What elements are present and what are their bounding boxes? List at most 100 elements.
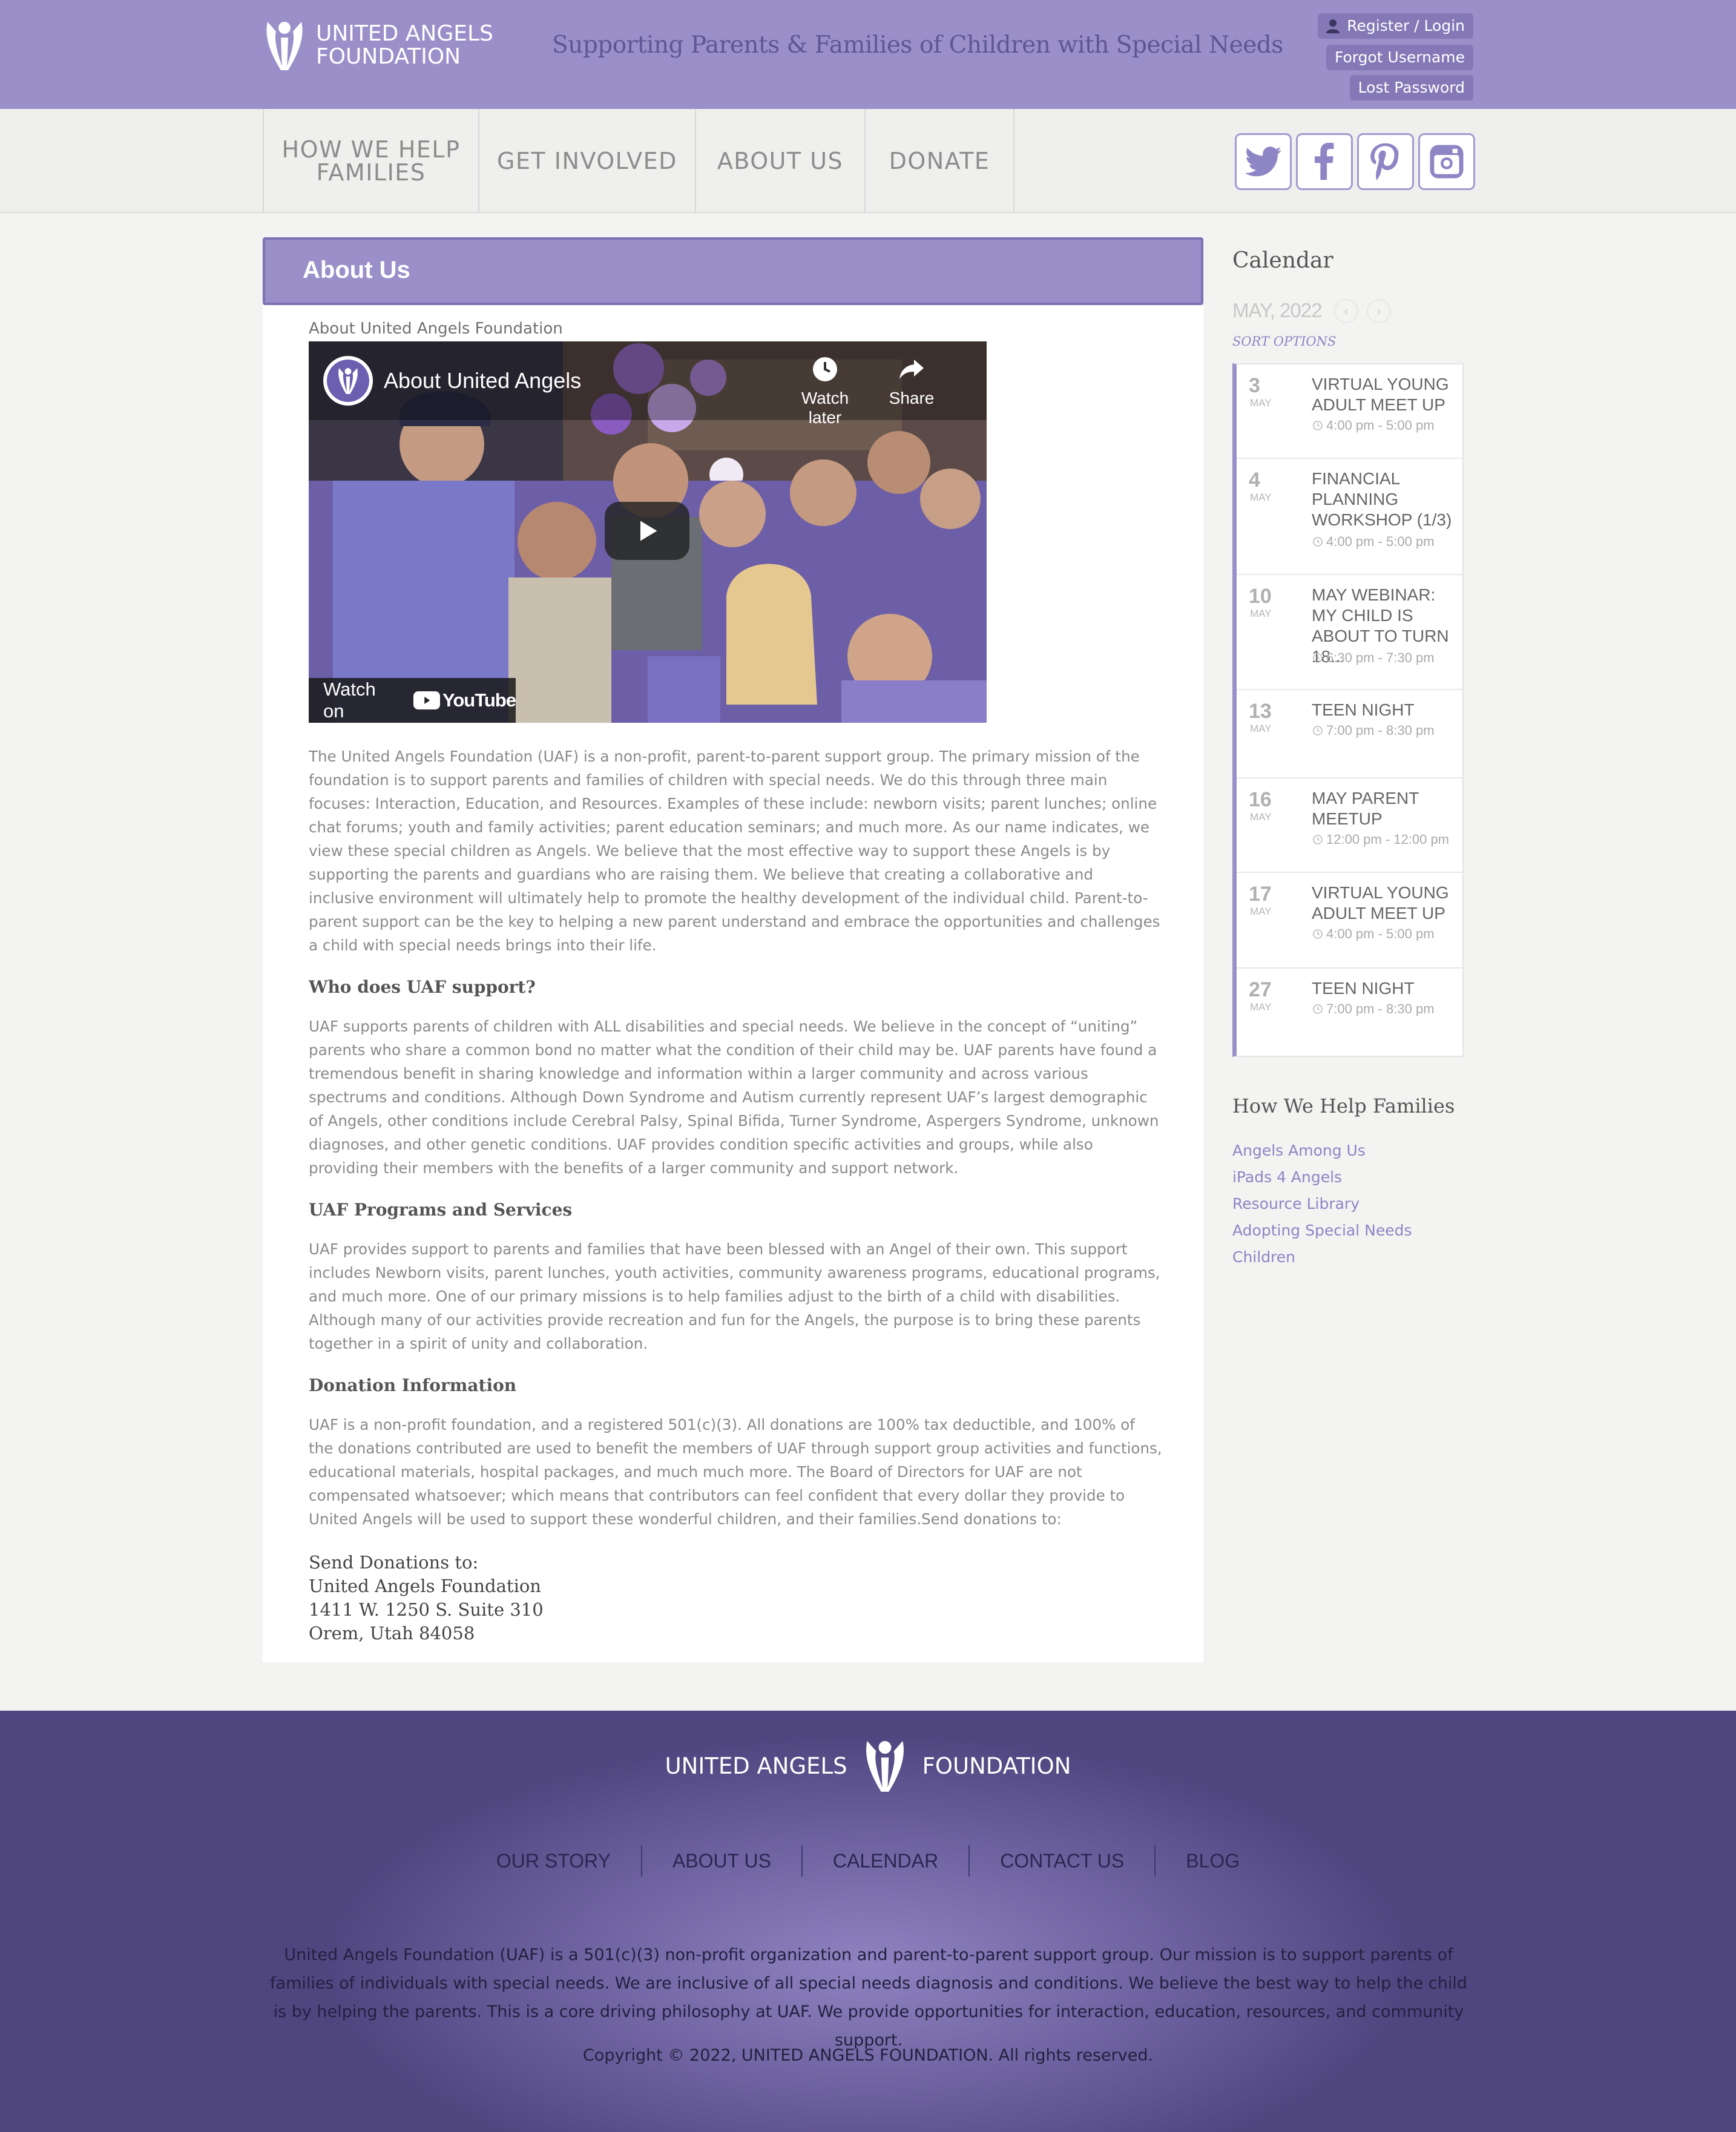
event-month: MAY: [1250, 608, 1272, 619]
instagram-link[interactable]: [1418, 133, 1475, 190]
event-month: MAY: [1250, 492, 1272, 503]
event-item[interactable]: 10 MAY MAY WEBINAR: MY CHILD IS ABOUT TO…: [1237, 575, 1462, 690]
help-link-resource-library[interactable]: Resource Library: [1232, 1195, 1360, 1212]
footer-link-about-us[interactable]: ABOUT US: [642, 1845, 803, 1877]
watch-on-youtube-button[interactable]: Watch on YouTube: [309, 678, 516, 723]
main-content: About Us About United Angels Foundation: [263, 237, 1203, 1662]
nav-label-line2: FAMILIES: [316, 159, 426, 186]
event-item[interactable]: 13 MAY TEEN NIGHT 7:00 pm - 8:30 pm: [1237, 690, 1462, 778]
forgot-username-button[interactable]: Forgot Username: [1326, 45, 1473, 70]
clock-icon: [1313, 835, 1323, 844]
clock-icon: [1313, 421, 1323, 430]
site-footer: UNITED ANGELS FOUNDATION OUR STORY ABOUT…: [0, 1711, 1736, 2132]
calendar-next-button[interactable]: ›: [1367, 299, 1391, 323]
calendar-title: Calendar: [1232, 248, 1333, 273]
calendar-prev-button[interactable]: ‹: [1334, 299, 1358, 323]
nav-item-get-involved[interactable]: GET INVOLVED: [479, 109, 696, 213]
address-line: 1411 W. 1250 S. Suite 310: [309, 1599, 544, 1620]
watch-later-label: Watch later: [801, 389, 849, 427]
intro-paragraph: The United Angels Foundation (UAF) is a …: [309, 748, 1160, 954]
event-time: 12:00 pm - 12:00 pm: [1326, 832, 1450, 847]
help-link-ipads-4-angels[interactable]: iPads 4 Angels: [1232, 1168, 1342, 1186]
play-button[interactable]: [605, 502, 689, 560]
nav-item-how-we-help-families[interactable]: HOW WE HELP FAMILIES: [264, 109, 479, 213]
share-button[interactable]: Share: [887, 355, 936, 408]
event-title[interactable]: TEEN NIGHT: [1312, 978, 1457, 999]
share-icon: [899, 360, 924, 379]
instagram-icon: [1430, 145, 1464, 179]
event-month: MAY: [1250, 397, 1272, 409]
event-item[interactable]: 16 MAY MAY PARENT MEETUP 12:00 pm - 12:0…: [1237, 778, 1462, 873]
event-month: MAY: [1250, 723, 1272, 734]
lost-password-button[interactable]: Lost Password: [1349, 75, 1473, 100]
register-login-button[interactable]: Register / Login: [1318, 13, 1473, 39]
footer-logo[interactable]: UNITED ANGELS FOUNDATION: [0, 1739, 1736, 1793]
help-link-angels-among-us[interactable]: Angels Among Us: [1232, 1142, 1366, 1159]
pinterest-link[interactable]: [1357, 133, 1414, 190]
help-link-adopting-special-needs[interactable]: Adopting Special Needs: [1232, 1222, 1412, 1239]
footer-description: United Angels Foundation (UAF) is a 501(…: [270, 1946, 1467, 2050]
clock-icon: [1313, 537, 1323, 547]
event-item[interactable]: 17 MAY VIRTUAL YOUNG ADULT MEET UP 4:00 …: [1237, 873, 1462, 969]
donation-paragraph: UAF is a non-profit foundation, and a re…: [309, 1416, 1162, 1528]
footer-copyright: Copyright © 2022, UNITED ANGELS FOUNDATI…: [582, 2046, 1154, 2065]
event-title[interactable]: TEEN NIGHT: [1312, 700, 1457, 720]
event-item[interactable]: 4 MAY FINANCIAL PLANNING WORKSHOP (1/3) …: [1237, 459, 1462, 575]
footer-link-calendar[interactable]: CALENDAR: [803, 1845, 970, 1877]
site-tagline: Supporting Parents & Families of Childre…: [552, 31, 1283, 59]
sort-options-link[interactable]: SORT OPTIONS: [1232, 334, 1336, 349]
event-title[interactable]: FINANCIAL PLANNING WORKSHOP (1/3): [1312, 469, 1457, 530]
clock-icon: [1313, 929, 1323, 939]
help-link-children[interactable]: Children: [1232, 1248, 1295, 1266]
event-month: MAY: [1250, 811, 1272, 823]
pinterest-icon: [1370, 143, 1399, 180]
event-time: 7:00 pm - 8:30 pm: [1326, 723, 1435, 738]
footer-link-our-story[interactable]: OUR STORY: [466, 1845, 642, 1877]
chevron-left-icon: ‹: [1344, 303, 1349, 318]
event-day: 16: [1249, 788, 1272, 811]
twitter-link[interactable]: [1235, 133, 1292, 190]
footer-link-blog[interactable]: BLOG: [1156, 1845, 1270, 1877]
event-item[interactable]: 3 MAY VIRTUAL YOUNG ADULT MEET UP 4:00 p…: [1237, 364, 1462, 459]
event-item[interactable]: 27 MAY TEEN NIGHT 7:00 pm - 8:30 pm: [1237, 969, 1462, 1056]
page-title-bar: About Us: [263, 237, 1203, 305]
logo-line-2: FOUNDATION: [316, 44, 461, 69]
watch-on-label: Watch on: [323, 679, 376, 722]
clock-icon: [1313, 1004, 1323, 1014]
event-day: 13: [1249, 700, 1272, 723]
chevron-right-icon: ›: [1376, 303, 1381, 318]
event-time: 7:00 pm - 8:30 pm: [1326, 1001, 1435, 1016]
twitter-icon: [1244, 146, 1282, 177]
site-logo[interactable]: UNITED ANGELS FOUNDATION: [263, 18, 493, 73]
donation-heading: Donation Information: [309, 1375, 517, 1395]
play-icon: [640, 521, 657, 541]
event-day: 27: [1249, 978, 1272, 1001]
user-icon: [1326, 19, 1340, 33]
address-line: United Angels Foundation: [309, 1576, 541, 1596]
event-month: MAY: [1250, 1001, 1272, 1013]
register-login-label: Register / Login: [1347, 17, 1465, 35]
clock-icon: [813, 357, 837, 381]
footer-link-contact-us[interactable]: CONTACT US: [970, 1845, 1156, 1877]
event-title[interactable]: VIRTUAL YOUNG ADULT MEET UP: [1312, 374, 1457, 415]
watch-later-button[interactable]: Watch later: [792, 355, 858, 427]
nav-item-about-us[interactable]: ABOUT US: [696, 109, 866, 213]
calendar-month: MAY, 2022: [1232, 299, 1323, 321]
logo-line-1: UNITED ANGELS: [316, 21, 493, 46]
event-title[interactable]: VIRTUAL YOUNG ADULT MEET UP: [1312, 883, 1457, 924]
video-title[interactable]: About United Angels: [384, 368, 581, 393]
programs-heading: UAF Programs and Services: [309, 1200, 573, 1220]
event-title[interactable]: MAY PARENT MEETUP: [1312, 788, 1457, 829]
facebook-link[interactable]: [1296, 133, 1353, 190]
channel-avatar[interactable]: [323, 356, 373, 406]
share-label: Share: [889, 389, 935, 407]
footer-navigation: OUR STORY ABOUT US CALENDAR CONTACT US B…: [0, 1845, 1736, 1877]
event-time: 4:00 pm - 5:00 pm: [1326, 926, 1435, 941]
facebook-icon: [1315, 142, 1334, 180]
address-line: Send Donations to:: [309, 1552, 479, 1573]
page-title: About Us: [303, 257, 410, 283]
nav-item-donate[interactable]: DONATE: [866, 109, 1014, 213]
event-day: 10: [1249, 585, 1272, 608]
youtube-video-embed[interactable]: About United Angels Watch later Share Wa…: [309, 341, 987, 723]
programs-paragraph: UAF provides support to parents and fami…: [309, 1240, 1160, 1352]
